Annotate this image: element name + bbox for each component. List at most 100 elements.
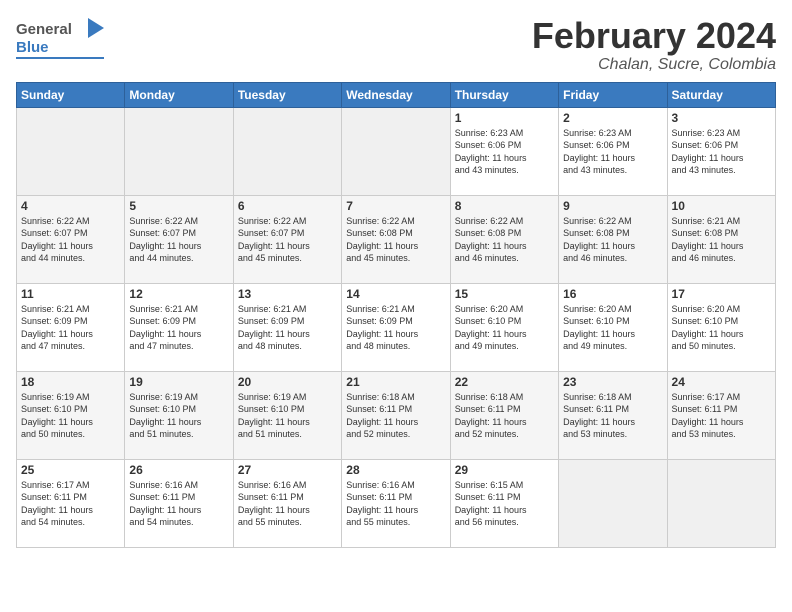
logo: General Blue (16, 16, 106, 66)
day-number: 23 (563, 375, 662, 389)
day-number: 10 (672, 199, 771, 213)
day-number: 2 (563, 111, 662, 125)
week-row: 11 Sunrise: 6:21 AMSunset: 6:09 PMDayligh… (17, 283, 776, 371)
day-info: Sunrise: 6:23 AMSunset: 6:06 PMDaylight:… (672, 127, 771, 177)
day-info: Sunrise: 6:16 AMSunset: 6:11 PMDaylight:… (129, 479, 228, 529)
day-info: Sunrise: 6:16 AMSunset: 6:11 PMDaylight:… (346, 479, 445, 529)
calendar-cell: 18Sunrise: 6:19 AMSunset: 6:10 PMDayligh… (17, 371, 125, 459)
weekday-monday: Monday (125, 82, 233, 107)
calendar-cell: 16 Sunrise: 6:20 AMSunset: 6:10 PMDayligh… (559, 283, 667, 371)
svg-text:General: General (16, 21, 72, 38)
calendar-cell: 2 Sunrise: 6:23 AMSunset: 6:06 PMDaylight… (559, 107, 667, 195)
day-info: Sunrise: 6:20 AMSunset: 6:10 PMDaylight:… (455, 303, 554, 353)
calendar-cell: 12 Sunrise: 6:21 AMSunset: 6:09 PMDayligh… (125, 283, 233, 371)
day-number: 15 (455, 287, 554, 301)
day-number: 6 (238, 199, 337, 213)
week-row: 4Sunrise: 6:22 AMSunset: 6:07 PMDaylight… (17, 195, 776, 283)
calendar-body: 1 Sunrise: 6:23 AMSunset: 6:06 PMDaylight… (17, 107, 776, 547)
logo-svg: General Blue (16, 16, 106, 66)
day-info: Sunrise: 6:16 AMSunset: 6:11 PMDaylight:… (238, 479, 337, 529)
calendar-cell: 1 Sunrise: 6:23 AMSunset: 6:06 PMDaylight… (450, 107, 558, 195)
calendar-cell: 20 Sunrise: 6:19 AMSunset: 6:10 PMDayligh… (233, 371, 341, 459)
weekday-sunday: Sunday (17, 82, 125, 107)
title-block: February 2024 Chalan, Sucre, Colombia (532, 16, 776, 74)
svg-text:Blue: Blue (16, 39, 49, 56)
day-number: 1 (455, 111, 554, 125)
day-info: Sunrise: 6:22 AMSunset: 6:07 PMDaylight:… (21, 215, 120, 265)
day-info: Sunrise: 6:19 AMSunset: 6:10 PMDaylight:… (129, 391, 228, 441)
day-info: Sunrise: 6:21 AMSunset: 6:09 PMDaylight:… (346, 303, 445, 353)
day-number: 20 (238, 375, 337, 389)
day-info: Sunrise: 6:21 AMSunset: 6:09 PMDaylight:… (129, 303, 228, 353)
weekday-friday: Friday (559, 82, 667, 107)
day-info: Sunrise: 6:20 AMSunset: 6:10 PMDaylight:… (672, 303, 771, 353)
day-number: 21 (346, 375, 445, 389)
calendar-table: SundayMondayTuesdayWednesdayThursdayFrid… (16, 82, 776, 548)
calendar-cell: 8 Sunrise: 6:22 AMSunset: 6:08 PMDaylight… (450, 195, 558, 283)
calendar-cell: 9Sunrise: 6:22 AMSunset: 6:08 PMDaylight… (559, 195, 667, 283)
day-number: 29 (455, 463, 554, 477)
calendar-cell (17, 107, 125, 195)
day-info: Sunrise: 6:17 AMSunset: 6:11 PMDaylight:… (21, 479, 120, 529)
day-info: Sunrise: 6:20 AMSunset: 6:10 PMDaylight:… (563, 303, 662, 353)
calendar-cell: 3 Sunrise: 6:23 AMSunset: 6:06 PMDaylight… (667, 107, 775, 195)
day-number: 25 (21, 463, 120, 477)
calendar-cell (125, 107, 233, 195)
calendar-cell (667, 459, 775, 547)
day-info: Sunrise: 6:19 AMSunset: 6:10 PMDaylight:… (238, 391, 337, 441)
day-info: Sunrise: 6:17 AMSunset: 6:11 PMDaylight:… (672, 391, 771, 441)
day-number: 3 (672, 111, 771, 125)
day-info: Sunrise: 6:18 AMSunset: 6:11 PMDaylight:… (346, 391, 445, 441)
day-number: 26 (129, 463, 228, 477)
day-number: 22 (455, 375, 554, 389)
day-number: 19 (129, 375, 228, 389)
day-number: 8 (455, 199, 554, 213)
week-row: 25 Sunrise: 6:17 AMSunset: 6:11 PMDayligh… (17, 459, 776, 547)
calendar-cell: 25 Sunrise: 6:17 AMSunset: 6:11 PMDayligh… (17, 459, 125, 547)
calendar-cell: 7 Sunrise: 6:22 AMSunset: 6:08 PMDaylight… (342, 195, 450, 283)
weekday-tuesday: Tuesday (233, 82, 341, 107)
calendar-cell: 15 Sunrise: 6:20 AMSunset: 6:10 PMDayligh… (450, 283, 558, 371)
day-number: 14 (346, 287, 445, 301)
weekday-wednesday: Wednesday (342, 82, 450, 107)
week-row: 1 Sunrise: 6:23 AMSunset: 6:06 PMDaylight… (17, 107, 776, 195)
day-info: Sunrise: 6:23 AMSunset: 6:06 PMDaylight:… (455, 127, 554, 177)
calendar-cell: 10 Sunrise: 6:21 AMSunset: 6:08 PMDayligh… (667, 195, 775, 283)
day-number: 11 (21, 287, 120, 301)
day-number: 27 (238, 463, 337, 477)
calendar-cell: 28 Sunrise: 6:16 AMSunset: 6:11 PMDayligh… (342, 459, 450, 547)
calendar-cell: 13Sunrise: 6:21 AMSunset: 6:09 PMDayligh… (233, 283, 341, 371)
main-title: February 2024 (532, 16, 776, 56)
calendar-cell: 19 Sunrise: 6:19 AMSunset: 6:10 PMDayligh… (125, 371, 233, 459)
calendar-cell: 5Sunrise: 6:22 AMSunset: 6:07 PMDaylight… (125, 195, 233, 283)
day-info: Sunrise: 6:21 AMSunset: 6:09 PMDaylight:… (21, 303, 120, 353)
day-number: 28 (346, 463, 445, 477)
day-info: Sunrise: 6:23 AMSunset: 6:06 PMDaylight:… (563, 127, 662, 177)
sub-title: Chalan, Sucre, Colombia (532, 56, 776, 74)
calendar-cell: 21 Sunrise: 6:18 AMSunset: 6:11 PMDayligh… (342, 371, 450, 459)
calendar-cell: 17 Sunrise: 6:20 AMSunset: 6:10 PMDayligh… (667, 283, 775, 371)
header: General Blue February 2024 Chalan, Sucre… (16, 16, 776, 74)
calendar-header: SundayMondayTuesdayWednesdayThursdayFrid… (17, 82, 776, 107)
calendar-cell: 29 Sunrise: 6:15 AMSunset: 6:11 PMDayligh… (450, 459, 558, 547)
calendar-cell: 4Sunrise: 6:22 AMSunset: 6:07 PMDaylight… (17, 195, 125, 283)
day-number: 17 (672, 287, 771, 301)
calendar-cell (342, 107, 450, 195)
day-info: Sunrise: 6:18 AMSunset: 6:11 PMDaylight:… (563, 391, 662, 441)
day-number: 7 (346, 199, 445, 213)
calendar-cell: 6Sunrise: 6:22 AMSunset: 6:07 PMDaylight… (233, 195, 341, 283)
calendar-cell: 22Sunrise: 6:18 AMSunset: 6:11 PMDayligh… (450, 371, 558, 459)
day-info: Sunrise: 6:21 AMSunset: 6:08 PMDaylight:… (672, 215, 771, 265)
calendar-cell: 14 Sunrise: 6:21 AMSunset: 6:09 PMDayligh… (342, 283, 450, 371)
page: General Blue February 2024 Chalan, Sucre… (0, 0, 792, 612)
day-info: Sunrise: 6:22 AMSunset: 6:08 PMDaylight:… (563, 215, 662, 265)
day-number: 12 (129, 287, 228, 301)
day-info: Sunrise: 6:22 AMSunset: 6:08 PMDaylight:… (455, 215, 554, 265)
calendar-cell: 23 Sunrise: 6:18 AMSunset: 6:11 PMDayligh… (559, 371, 667, 459)
day-info: Sunrise: 6:22 AMSunset: 6:08 PMDaylight:… (346, 215, 445, 265)
day-number: 16 (563, 287, 662, 301)
day-number: 18 (21, 375, 120, 389)
day-info: Sunrise: 6:22 AMSunset: 6:07 PMDaylight:… (129, 215, 228, 265)
day-info: Sunrise: 6:15 AMSunset: 6:11 PMDaylight:… (455, 479, 554, 529)
calendar-cell: 26 Sunrise: 6:16 AMSunset: 6:11 PMDayligh… (125, 459, 233, 547)
